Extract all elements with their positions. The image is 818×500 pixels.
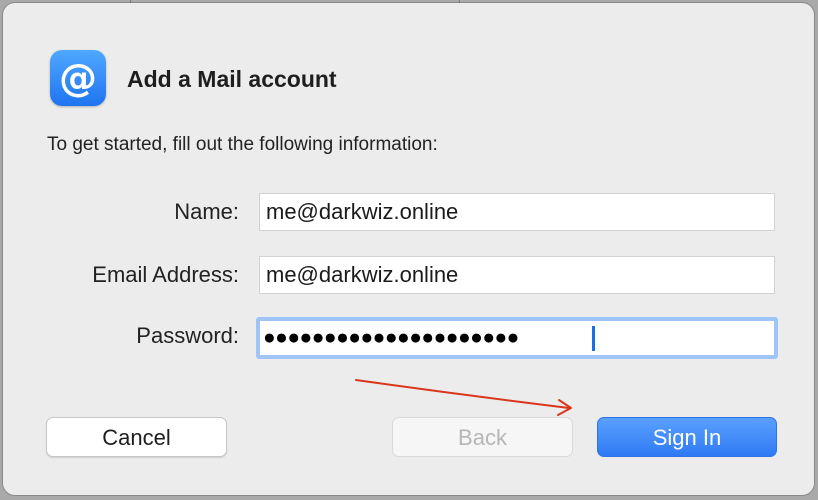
annotation-arrow-line (355, 379, 570, 409)
annotation-arrow (355, 379, 572, 416)
add-mail-account-dialog: @ Add a Mail account To get started, fil… (3, 3, 814, 495)
